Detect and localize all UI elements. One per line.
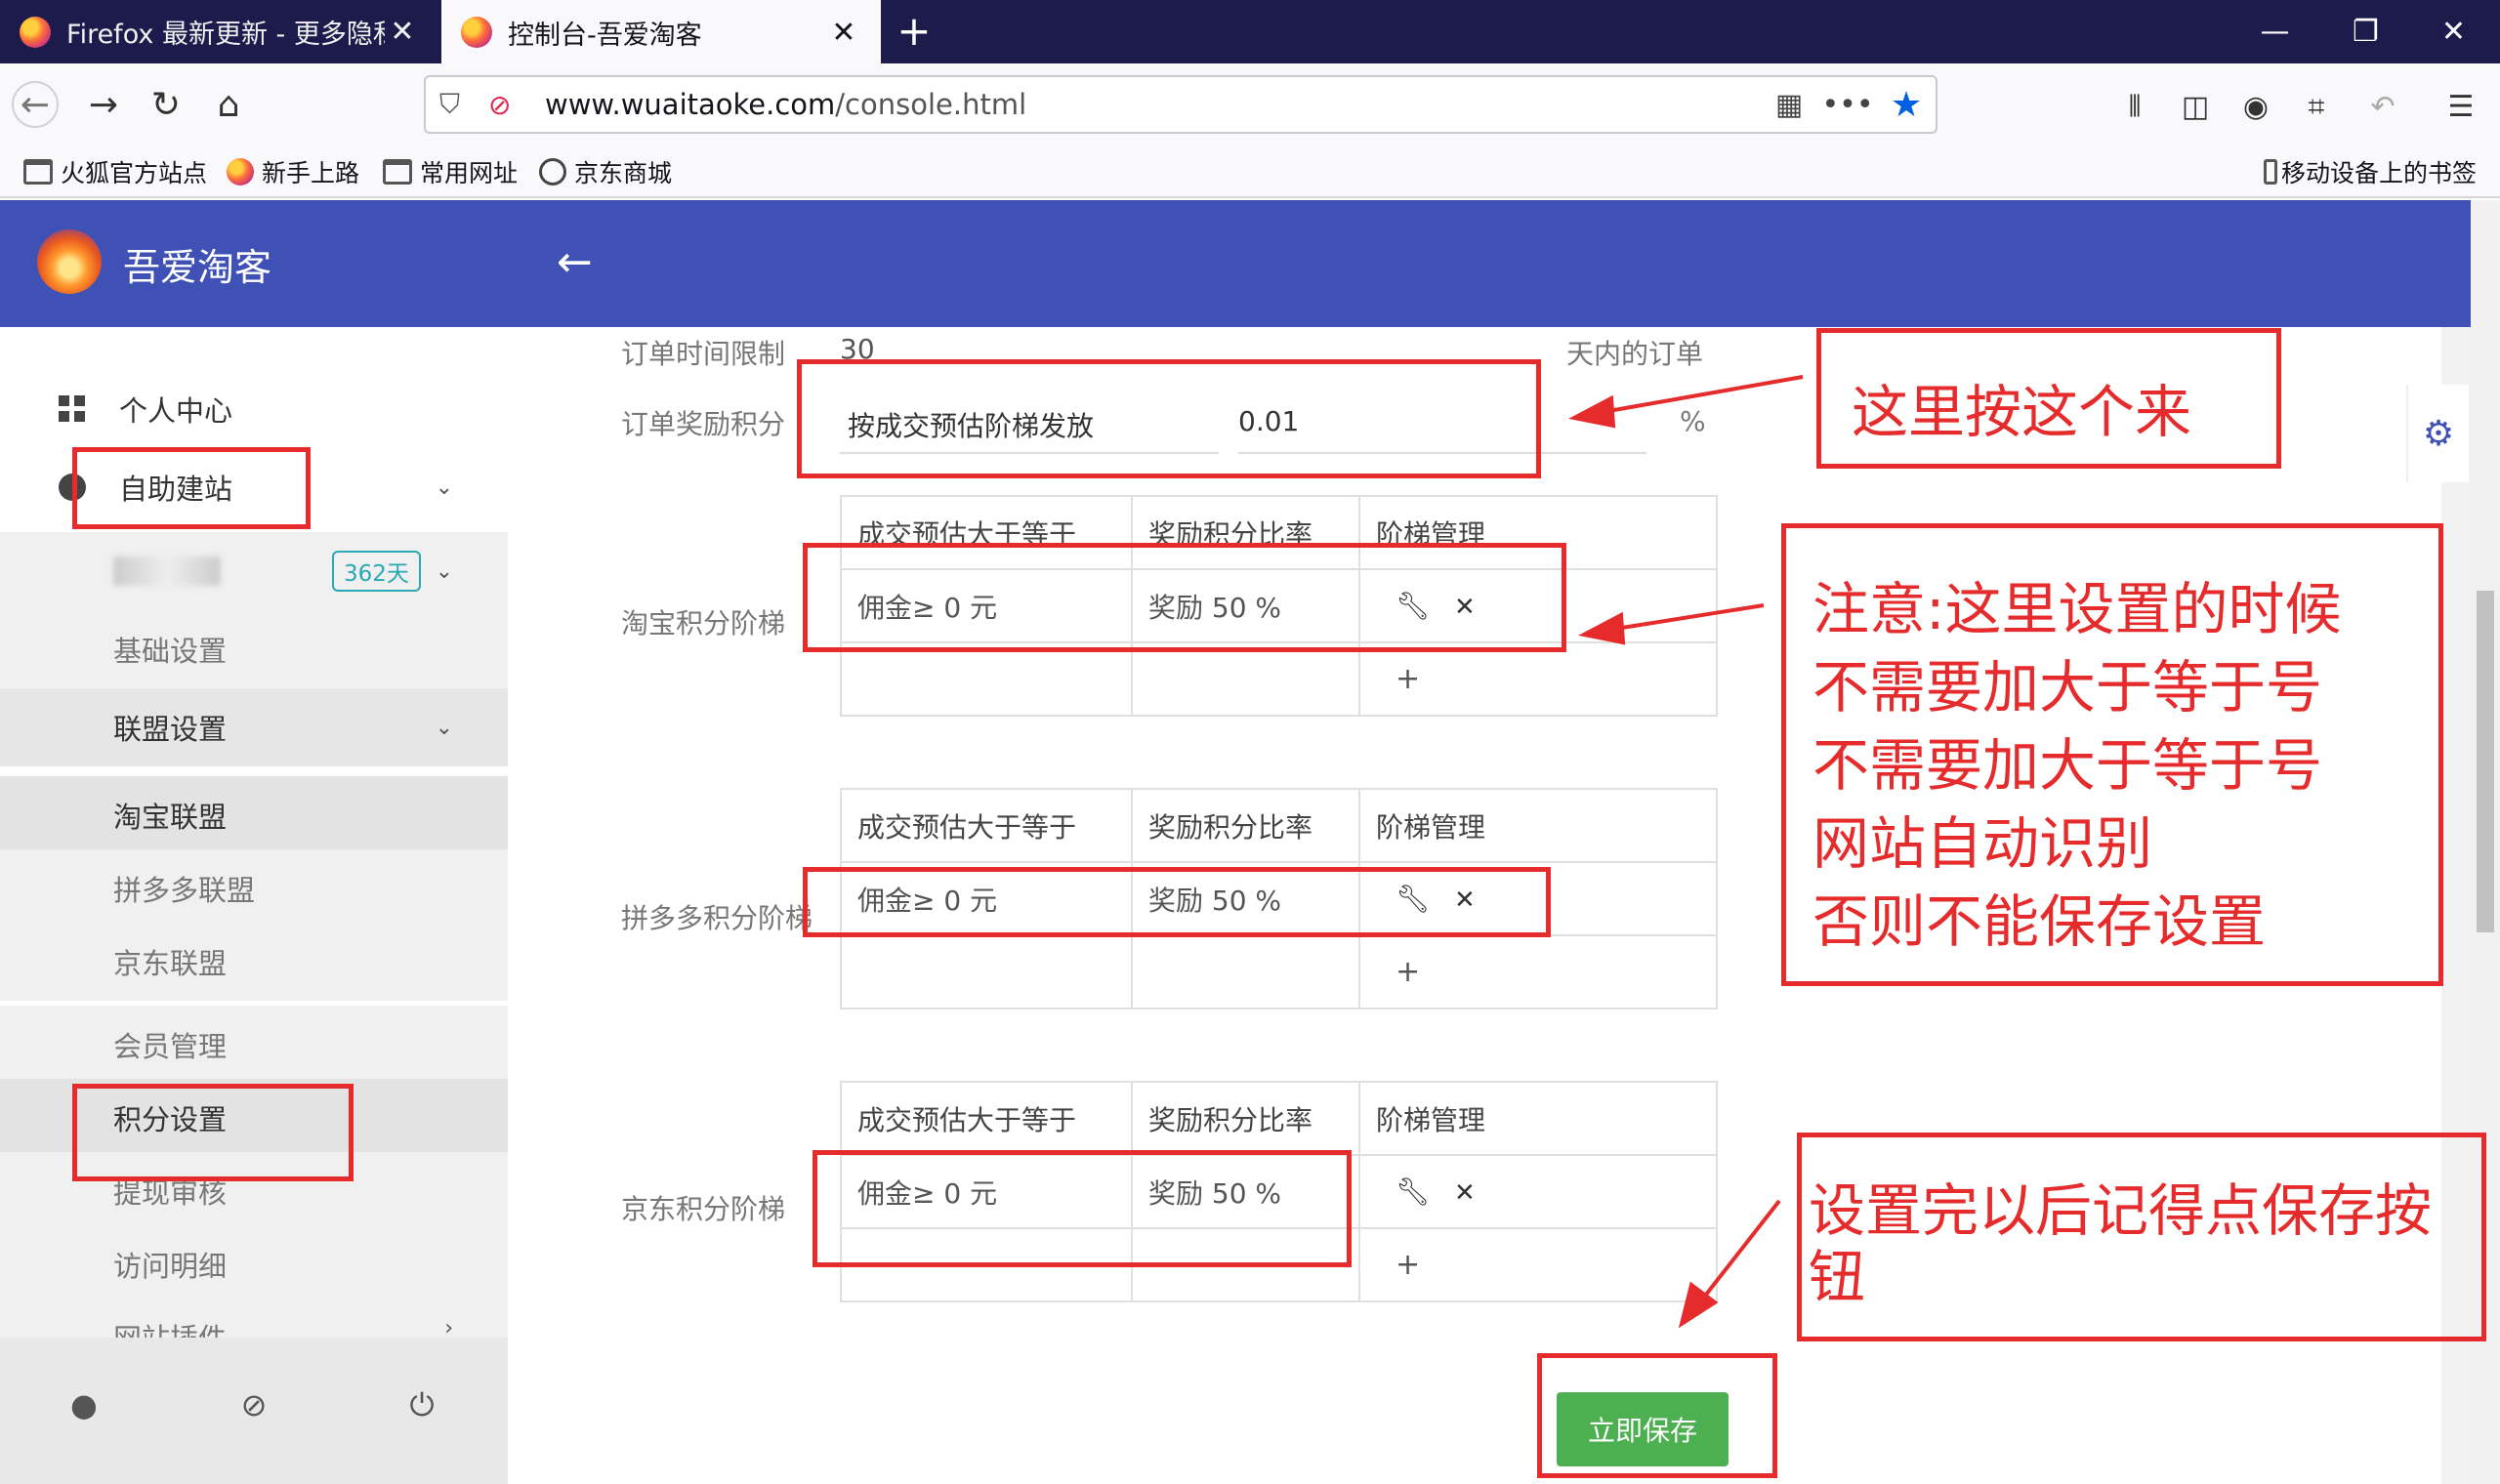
mobile-device-icon: [2264, 159, 2277, 185]
app-logo: [37, 229, 102, 294]
tab-firefox-update[interactable]: Firefox 最新更新 - 更多隐私, ✕: [0, 0, 439, 63]
sidebar-item-site[interactable]: 362天 ⌄: [0, 532, 508, 610]
highlight-reward-mode: [797, 359, 1541, 478]
tab-title: 控制台-吾爱淘客: [508, 20, 702, 51]
col-manage-header: 阶梯管理: [1358, 788, 1718, 863]
sidebar-item-members[interactable]: 会员管理: [0, 1006, 508, 1084]
undo-icon[interactable]: ↶: [2361, 85, 2404, 128]
reload-button[interactable]: ↻: [143, 81, 189, 128]
firefox-icon: [20, 16, 51, 48]
highlight-taobao-row: [803, 543, 1566, 652]
add-tier-button[interactable]: +: [1358, 934, 1718, 1010]
account-icon[interactable]: ◉: [2234, 85, 2277, 128]
power-icon[interactable]: ⏻: [402, 1386, 441, 1425]
reward-label: 订单奖励积分: [621, 408, 786, 440]
sidebar-item-plugins[interactable]: 网站插件 ›: [0, 1298, 508, 1338]
sidebar-item-jd[interactable]: 京东联盟: [0, 923, 508, 1001]
reward-unit: %: [1680, 405, 1706, 437]
tier-actions: 🔧︎ ✕: [1358, 1154, 1718, 1229]
order-time-label: 订单时间限制: [621, 338, 786, 370]
add-tier-button[interactable]: +: [1358, 641, 1718, 717]
annotation-note-2: 注意:这里设置的时候 不需要加大于等于号 不需要加大于等于号 网站自动识别 否则…: [1812, 576, 2342, 955]
close-window-button[interactable]: ✕: [2407, 0, 2500, 63]
annotation-note-3: 设置完以后记得点保存按钮: [1809, 1177, 2433, 1310]
app-name: 吾爱淘客: [123, 246, 272, 289]
pdd-tier-label: 拼多多积分阶梯: [621, 902, 813, 934]
grid-icon: [59, 395, 86, 423]
delete-icon[interactable]: ✕: [1454, 1178, 1476, 1208]
library-icon[interactable]: ⫴: [2113, 85, 2156, 128]
user-icon[interactable]: ●: [64, 1386, 104, 1425]
eye-off-icon[interactable]: ⊘: [234, 1386, 273, 1425]
insecure-lock-icon[interactable]: ⊘: [488, 89, 527, 121]
url-bar[interactable]: ⛉ ⊘ www.wuaitaoke.com/console.html ▦ •••…: [424, 75, 1938, 134]
add-tier-button[interactable]: +: [1358, 1227, 1718, 1302]
col-commission-header: 成交预估大于等于: [840, 788, 1133, 863]
wrench-icon[interactable]: 🔧︎: [1396, 1175, 1431, 1208]
chevron-down-icon: ⌄: [435, 715, 453, 740]
order-time-suffix: 天内的订单: [1566, 338, 1704, 370]
highlight-jd-row: [812, 1150, 1352, 1267]
minimize-button[interactable]: —: [2229, 0, 2321, 63]
close-tab-icon[interactable]: ✕: [385, 15, 420, 49]
sidebar-toggle-icon[interactable]: ◫: [2174, 85, 2217, 128]
taobao-tier-label: 淘宝积分阶梯: [621, 607, 786, 639]
chevron-right-icon: ›: [444, 1316, 453, 1338]
mobile-bookmarks[interactable]: 移动设备上的书签: [2264, 153, 2477, 190]
bookmark-getting-started[interactable]: 新手上路: [227, 153, 359, 190]
highlight-save-button: [1537, 1353, 1777, 1478]
bookmark-common-sites[interactable]: 常用网址: [383, 153, 518, 190]
sidebar-item-alliance-settings[interactable]: 联盟设置 ⌄: [0, 688, 508, 766]
days-badge: 362天: [332, 551, 421, 592]
bookmark-star-icon[interactable]: ★: [1877, 85, 1936, 125]
firefox-icon: [227, 158, 254, 186]
folder-icon: [383, 159, 412, 185]
new-tab-button[interactable]: +: [893, 10, 936, 53]
highlight-points-settings: [72, 1084, 354, 1181]
col-commission-header: 成交预估大于等于: [840, 1081, 1133, 1156]
sidebar-item-taobao[interactable]: 淘宝联盟: [0, 776, 508, 854]
col-rate-header: 奖励积分比率: [1131, 1081, 1360, 1156]
tab-strip: Firefox 最新更新 - 更多隐私, ✕ 控制台-吾爱淘客 ✕ + — ❐ …: [0, 0, 2500, 64]
site-favicon: [461, 17, 492, 48]
restore-button[interactable]: ❐: [2319, 0, 2412, 63]
tab-console[interactable]: 控制台-吾爱淘客 ✕: [441, 0, 881, 64]
forward-button[interactable]: →: [80, 81, 127, 128]
back-arrow-icon[interactable]: ←: [557, 237, 593, 287]
sidebar-item-basic-settings[interactable]: 基础设置: [0, 610, 508, 688]
qr-code-icon[interactable]: ▦: [1760, 88, 1818, 122]
col-rate-header: 奖励积分比率: [1131, 788, 1360, 863]
screenshot-icon[interactable]: ⌗: [2295, 85, 2338, 128]
highlight-pdd-row: [803, 867, 1551, 937]
globe-icon: [539, 158, 566, 186]
back-button[interactable]: ←: [12, 81, 59, 128]
close-tab-icon[interactable]: ✕: [826, 16, 861, 50]
redacted-site-name: [113, 556, 221, 586]
bookmark-jd[interactable]: 京东商城: [539, 153, 672, 190]
chevron-down-icon: ⌄: [435, 558, 453, 584]
chevron-down-icon: ⌄: [435, 474, 453, 500]
app-header: 吾爱淘客 ←: [0, 200, 2471, 327]
home-button[interactable]: ⌂: [205, 81, 252, 128]
sidebar-item-visits[interactable]: 访问明细: [0, 1225, 508, 1303]
url-text[interactable]: www.wuaitaoke.com/console.html: [545, 88, 1760, 121]
col-manage-header: 阶梯管理: [1358, 1081, 1718, 1156]
sidebar-item-pdd[interactable]: 拼多多联盟: [0, 849, 508, 928]
tab-title: Firefox 最新更新 - 更多隐私,: [66, 20, 385, 50]
jd-tier-label: 京东积分阶梯: [621, 1193, 786, 1225]
sidebar-footer: ● ⊘ ⏻: [0, 1338, 508, 1484]
menu-icon[interactable]: ☰: [2439, 85, 2482, 128]
page-actions-icon[interactable]: •••: [1818, 88, 1877, 122]
shield-icon[interactable]: ⛉: [439, 88, 479, 121]
bookmark-firefox-site[interactable]: 火狐官方站点: [23, 153, 207, 190]
sidebar-item-personal-center[interactable]: 个人中心: [0, 370, 508, 448]
folder-icon: [23, 159, 53, 185]
scrollbar-thumb[interactable]: [2477, 591, 2494, 932]
gear-icon[interactable]: ⚙: [2406, 385, 2469, 482]
bookmarks-bar: 火狐官方站点 新手上路 常用网址 京东商城 移动设备上的书签: [0, 145, 2500, 198]
annotation-note-1: 这里按这个来: [1852, 379, 2192, 445]
highlight-self-build: [72, 447, 311, 529]
nav-toolbar: ← → ↻ ⌂ ⛉ ⊘ www.wuaitaoke.com/console.ht…: [0, 63, 2500, 145]
